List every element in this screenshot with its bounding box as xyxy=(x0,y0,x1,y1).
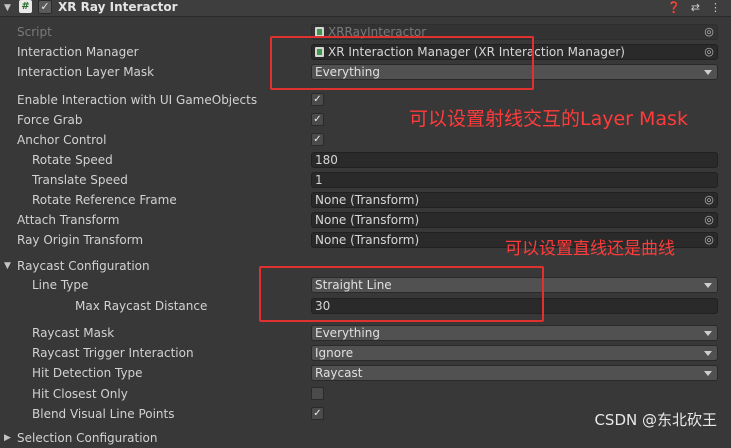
interaction-layer-mask-label: Interaction Layer Mask xyxy=(17,65,155,79)
foldout-arrow-icon[interactable]: ▼ xyxy=(4,259,11,273)
object-picker-icon[interactable]: ◎ xyxy=(703,214,715,226)
component-enabled-checkbox[interactable]: ✓ xyxy=(38,0,52,14)
script-field: XRRayInteractor ◎ xyxy=(311,24,718,40)
interaction-layer-mask-dropdown[interactable]: Everything xyxy=(311,64,718,80)
anchor-control-checkbox[interactable]: ✓ xyxy=(311,133,324,146)
rotate-reference-frame-label: Rotate Reference Frame xyxy=(32,193,177,207)
attach-transform-label: Attach Transform xyxy=(17,213,120,227)
row-anchor-control: Anchor Control ✓ xyxy=(0,130,731,150)
annotation-line-type: 可以设置直线还是曲线 xyxy=(505,239,675,259)
header-icons: ❓ ⇄ ⋮ xyxy=(667,0,721,16)
object-picker-icon[interactable]: ◎ xyxy=(703,194,715,206)
script-asset-icon xyxy=(315,27,324,37)
presets-icon[interactable]: ⇄ xyxy=(691,0,700,16)
row-interaction-layer-mask: Interaction Layer Mask Everything xyxy=(0,62,731,82)
object-picker-icon: ◎ xyxy=(704,25,714,38)
attach-transform-field[interactable]: None (Transform) ◎ xyxy=(311,212,718,228)
row-rotate-reference-frame: Rotate Reference Frame None (Transform) … xyxy=(0,190,731,210)
object-picker-icon[interactable]: ◎ xyxy=(703,46,715,58)
interaction-manager-field[interactable]: XR Interaction Manager (XR Interaction M… xyxy=(311,44,718,60)
enable-ui-label: Enable Interaction with UI GameObjects xyxy=(17,93,258,107)
raycast-configuration-label: Raycast Configuration xyxy=(17,259,150,273)
manager-object-icon xyxy=(315,47,324,57)
watermark: CSDN @东北砍王 xyxy=(594,411,717,429)
rotate-speed-label: Rotate Speed xyxy=(32,153,113,167)
dropdown-arrow-icon xyxy=(704,283,712,288)
translate-speed-input[interactable]: 1 xyxy=(311,172,718,188)
hit-closest-only-label: Hit Closest Only xyxy=(32,387,128,401)
line-type-dropdown[interactable]: Straight Line xyxy=(311,277,718,293)
row-hit-closest-only: Hit Closest Only xyxy=(0,384,731,404)
dropdown-arrow-icon xyxy=(704,351,712,356)
foldout-arrow-icon[interactable]: ▶ xyxy=(4,431,11,445)
component-title: XR Ray Interactor xyxy=(58,0,178,14)
dropdown-arrow-icon xyxy=(704,70,712,75)
raycast-trigger-interaction-label: Raycast Trigger Interaction xyxy=(32,346,194,360)
enable-ui-checkbox[interactable]: ✓ xyxy=(311,93,324,106)
row-script: Script XRRayInteractor ◎ xyxy=(0,22,731,42)
object-picker-icon[interactable]: ◎ xyxy=(703,234,715,246)
row-raycast-configuration[interactable]: ▼ Raycast Configuration xyxy=(0,256,731,276)
selection-configuration-label: Selection Configuration xyxy=(17,431,158,445)
more-icon[interactable]: ⋮ xyxy=(710,0,721,16)
rotate-reference-frame-field[interactable]: None (Transform) ◎ xyxy=(311,192,718,208)
hit-closest-only-checkbox[interactable] xyxy=(311,387,324,400)
blend-visual-line-points-checkbox[interactable]: ✓ xyxy=(311,407,324,420)
row-interaction-manager: Interaction Manager XR Interaction Manag… xyxy=(0,42,731,62)
row-rotate-speed: Rotate Speed 180 xyxy=(0,150,731,170)
force-grab-checkbox[interactable]: ✓ xyxy=(311,113,324,126)
row-hit-detection-type: Hit Detection Type Raycast xyxy=(0,363,731,383)
component-header: ▼ # ✓ XR Ray Interactor ❓ ⇄ ⋮ xyxy=(0,0,731,17)
blend-visual-line-points-label: Blend Visual Line Points xyxy=(32,407,175,421)
row-max-raycast-distance: Max Raycast Distance 30 xyxy=(0,296,731,316)
translate-speed-label: Translate Speed xyxy=(32,173,128,187)
collapse-arrow-icon[interactable]: ▼ xyxy=(4,1,14,13)
anchor-control-label: Anchor Control xyxy=(17,133,107,147)
force-grab-label: Force Grab xyxy=(17,113,83,127)
hit-detection-type-label: Hit Detection Type xyxy=(32,366,143,380)
dropdown-arrow-icon xyxy=(704,371,712,376)
hit-detection-type-dropdown[interactable]: Raycast xyxy=(311,365,718,381)
row-raycast-trigger-interaction: Raycast Trigger Interaction Ignore xyxy=(0,343,731,363)
dropdown-arrow-icon xyxy=(704,331,712,336)
annotation-layer-mask: 可以设置射线交互的Layer Mask xyxy=(409,108,688,130)
row-attach-transform: Attach Transform None (Transform) ◎ xyxy=(0,210,731,230)
row-raycast-mask: Raycast Mask Everything xyxy=(0,323,731,343)
rotate-speed-input[interactable]: 180 xyxy=(311,152,718,168)
row-line-type: Line Type Straight Line xyxy=(0,275,731,295)
max-raycast-distance-label: Max Raycast Distance xyxy=(75,299,208,313)
raycast-trigger-interaction-dropdown[interactable]: Ignore xyxy=(311,345,718,361)
row-translate-speed: Translate Speed 1 xyxy=(0,170,731,190)
help-icon[interactable]: ❓ xyxy=(667,0,681,16)
row-selection-configuration[interactable]: ▶ Selection Configuration xyxy=(0,428,731,448)
script-label: Script xyxy=(17,25,52,39)
line-type-label: Line Type xyxy=(32,278,89,292)
ray-origin-transform-label: Ray Origin Transform xyxy=(17,233,144,247)
interaction-manager-label: Interaction Manager xyxy=(17,45,139,59)
max-raycast-distance-input[interactable]: 30 xyxy=(311,298,718,314)
script-icon: # xyxy=(19,0,32,13)
raycast-mask-label: Raycast Mask xyxy=(32,326,115,340)
raycast-mask-dropdown[interactable]: Everything xyxy=(311,325,718,341)
